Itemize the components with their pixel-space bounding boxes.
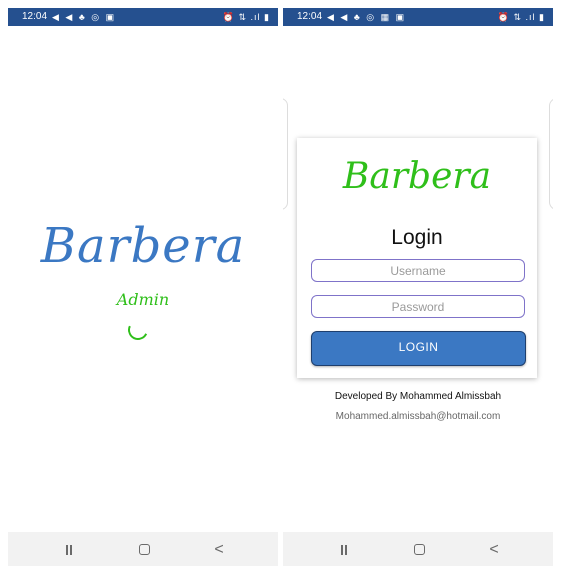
developer-email: Mohammed.almissbah@hotmail.com bbox=[335, 411, 501, 422]
back-icon: < bbox=[214, 541, 224, 558]
status-time: 12:04 bbox=[297, 11, 323, 22]
app-logo: Barbera bbox=[40, 218, 246, 274]
home-button[interactable] bbox=[404, 532, 434, 566]
splash-screen: 12:04 ◀ ◀ ♣ ◎ ▣ ⏰ ⇅ .ıl ▮ Barbera Admin … bbox=[8, 8, 278, 566]
home-icon bbox=[413, 544, 425, 555]
recents-icon bbox=[339, 533, 349, 555]
system-status-icons: ⏰ ⇅ .ıl ▮ bbox=[497, 12, 545, 22]
recents-button[interactable] bbox=[54, 532, 84, 566]
app-logo: Barbera bbox=[342, 156, 492, 197]
notification-icons: ◀ ◀ ♣ ◎ ▦ ▣ bbox=[327, 12, 407, 22]
system-status-icons: ⏰ ⇅ .ıl ▮ bbox=[222, 12, 270, 22]
developer-credit: Developed By Mohammed Almissbah bbox=[334, 391, 502, 402]
login-screen: 12:04 ◀ ◀ ♣ ◎ ▦ ▣ ⏰ ⇅ .ıl ▮ Barbera Logi… bbox=[283, 8, 553, 566]
home-button[interactable] bbox=[129, 532, 159, 566]
login-title: Login bbox=[391, 226, 443, 249]
back-button[interactable]: < bbox=[204, 532, 234, 566]
home-icon bbox=[138, 544, 150, 555]
login-card: Barbera Login LOGIN bbox=[297, 138, 537, 378]
status-bar: 12:04 ◀ ◀ ♣ ◎ ▣ ⏰ ⇅ .ıl ▮ bbox=[8, 8, 278, 26]
status-time: 12:04 bbox=[22, 11, 48, 22]
recents-icon bbox=[64, 533, 74, 555]
back-button[interactable]: < bbox=[479, 532, 509, 566]
system-nav-bar: < bbox=[8, 532, 278, 566]
recents-button[interactable] bbox=[329, 532, 359, 566]
username-input[interactable] bbox=[311, 259, 525, 282]
background-card bbox=[549, 98, 553, 210]
background-card bbox=[283, 98, 288, 210]
back-icon: < bbox=[489, 541, 499, 558]
loading-spinner-icon bbox=[125, 317, 151, 343]
password-input[interactable] bbox=[311, 295, 525, 318]
status-bar: 12:04 ◀ ◀ ♣ ◎ ▦ ▣ ⏰ ⇅ .ıl ▮ bbox=[283, 8, 553, 26]
notification-icons: ◀ ◀ ♣ ◎ ▣ bbox=[52, 12, 117, 22]
login-button[interactable]: LOGIN bbox=[311, 331, 526, 366]
system-nav-bar: < bbox=[283, 532, 553, 566]
app-subtitle: Admin bbox=[116, 290, 170, 309]
